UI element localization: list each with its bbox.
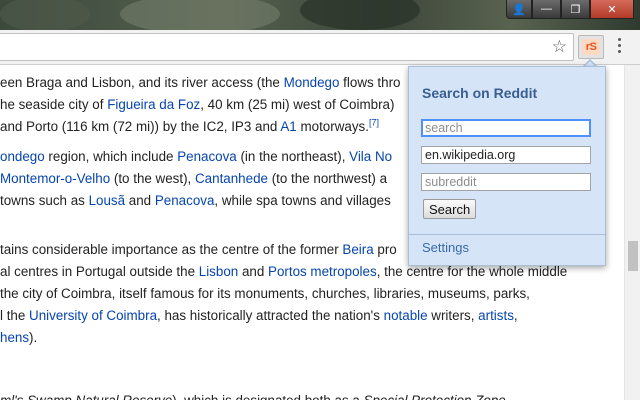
reddit-search-popup: Search on Reddit Search Settings [408, 66, 606, 266]
article-text: flows thro [339, 75, 401, 90]
article-text: ml's Swamp Natural Reserve [0, 393, 172, 400]
article-text: (to the west), [110, 171, 195, 186]
article-text: region, which include [44, 149, 178, 164]
article-link[interactable]: A1 [280, 119, 296, 134]
article-text: motorways. [296, 119, 369, 134]
site-input[interactable] [421, 146, 591, 164]
article-line: Montemor-o-Velho (to the west), Cantanhe… [0, 171, 387, 186]
address-bar[interactable]: ☆ [0, 33, 574, 61]
article-link[interactable]: Montemor-o-Velho [0, 171, 110, 186]
search-input[interactable] [421, 119, 591, 137]
article-link[interactable]: Penacova [177, 149, 237, 164]
article-text: al centres in Portugal outside the [0, 264, 199, 279]
bookmark-star-icon[interactable]: ☆ [552, 36, 567, 58]
article-text: and Porto (116 km (72 mi)) by the IC2, I… [0, 119, 281, 134]
article-line: al centres in Portugal outside the Lisbo… [0, 264, 567, 279]
article-text: ), which is designated both as a [172, 393, 363, 400]
article-text: writers, [427, 308, 479, 323]
article-text: , [513, 308, 518, 323]
article-line: the city of Coimbra, itself famous for i… [0, 286, 530, 301]
article-text: and [238, 264, 269, 279]
article-link[interactable]: notable [384, 308, 428, 323]
article-text: een Braga and Lisbon, and its river acce… [0, 75, 284, 90]
browser-menu-icon[interactable] [616, 38, 624, 56]
article-line: tains considerable importance as the cen… [0, 242, 397, 257]
article-text: tains considerable importance as the cen… [0, 242, 343, 257]
subreddit-input[interactable] [421, 173, 591, 191]
article-link[interactable]: Lisbon [199, 264, 238, 279]
article-line: l the University of Coimbra, has histori… [0, 308, 518, 323]
article-line: and Porto (116 km (72 mi)) by the IC2, I… [0, 118, 379, 134]
page-scrollbar[interactable] [624, 65, 640, 400]
article-link[interactable]: Cantanhede [195, 171, 268, 186]
article-link[interactable]: Penacova [155, 193, 215, 208]
article-link[interactable]: hens [0, 330, 29, 345]
article-text: the city of Coimbra, itself famous for i… [0, 286, 530, 301]
article-text: , the centre for the whole middle [376, 264, 568, 279]
article-link[interactable]: Portos metropoles [268, 264, 377, 279]
popup-title: Search on Reddit [422, 85, 538, 101]
article-text: Special Protection Zone [364, 393, 506, 400]
scrollbar-thumb[interactable] [628, 241, 638, 271]
article-text: he seaside city of [0, 97, 108, 112]
article-link[interactable]: Lousã [89, 193, 125, 208]
article-line: hens). [0, 330, 37, 345]
profile-icon[interactable]: 👤 [506, 0, 532, 19]
article-text: , 40 km (25 mi) west of Coimbra) [200, 97, 395, 112]
article-link[interactable]: Mondego [284, 75, 340, 90]
article-line: he seaside city of Figueira da Foz, 40 k… [0, 97, 394, 112]
search-button[interactable]: Search [423, 199, 477, 219]
window-titlebar: 👤 — ❐ ✕ [0, 0, 640, 30]
article-link[interactable]: University of Coimbra [29, 308, 157, 323]
article-text: ). [29, 330, 38, 345]
article-text: (to the northwest) a [267, 171, 388, 186]
article-line: ml's Swamp Natural Reserve), which is de… [0, 393, 506, 400]
minimize-button[interactable]: — [532, 0, 561, 19]
popup-divider [409, 234, 605, 235]
article-text: and [125, 193, 155, 208]
article-link[interactable]: Vila No [349, 149, 392, 164]
browser-toolbar: ☆ rS [0, 30, 640, 65]
article-text: l the [0, 308, 30, 323]
close-button[interactable]: ✕ [590, 0, 634, 19]
article-link[interactable]: ondego [0, 149, 45, 164]
article-line: ondego region, which include Penacova (i… [0, 149, 392, 164]
article-link[interactable]: Figueira da Foz [107, 97, 200, 112]
citation-link[interactable]: [7] [369, 118, 379, 128]
maximize-button[interactable]: ❐ [561, 0, 590, 19]
article-text: towns such as [0, 193, 89, 208]
article-link[interactable]: Beira [342, 242, 373, 257]
reddit-search-extension-icon: rS [582, 39, 600, 55]
article-line: towns such as Lousã and Penacova, while … [0, 193, 391, 208]
settings-link[interactable]: Settings [422, 240, 469, 255]
article-text: (in the northeast), [236, 149, 350, 164]
window-controls: 👤 — ❐ ✕ [506, 0, 634, 20]
article-text: , while spa towns and villages [214, 193, 391, 208]
article-line: een Braga and Lisbon, and its river acce… [0, 75, 400, 90]
reddit-search-extension-button[interactable]: rS [578, 35, 604, 59]
article-link[interactable]: artists [478, 308, 514, 323]
article-text: pro [373, 242, 397, 257]
article-text: , has historically attracted the nation'… [157, 308, 384, 323]
